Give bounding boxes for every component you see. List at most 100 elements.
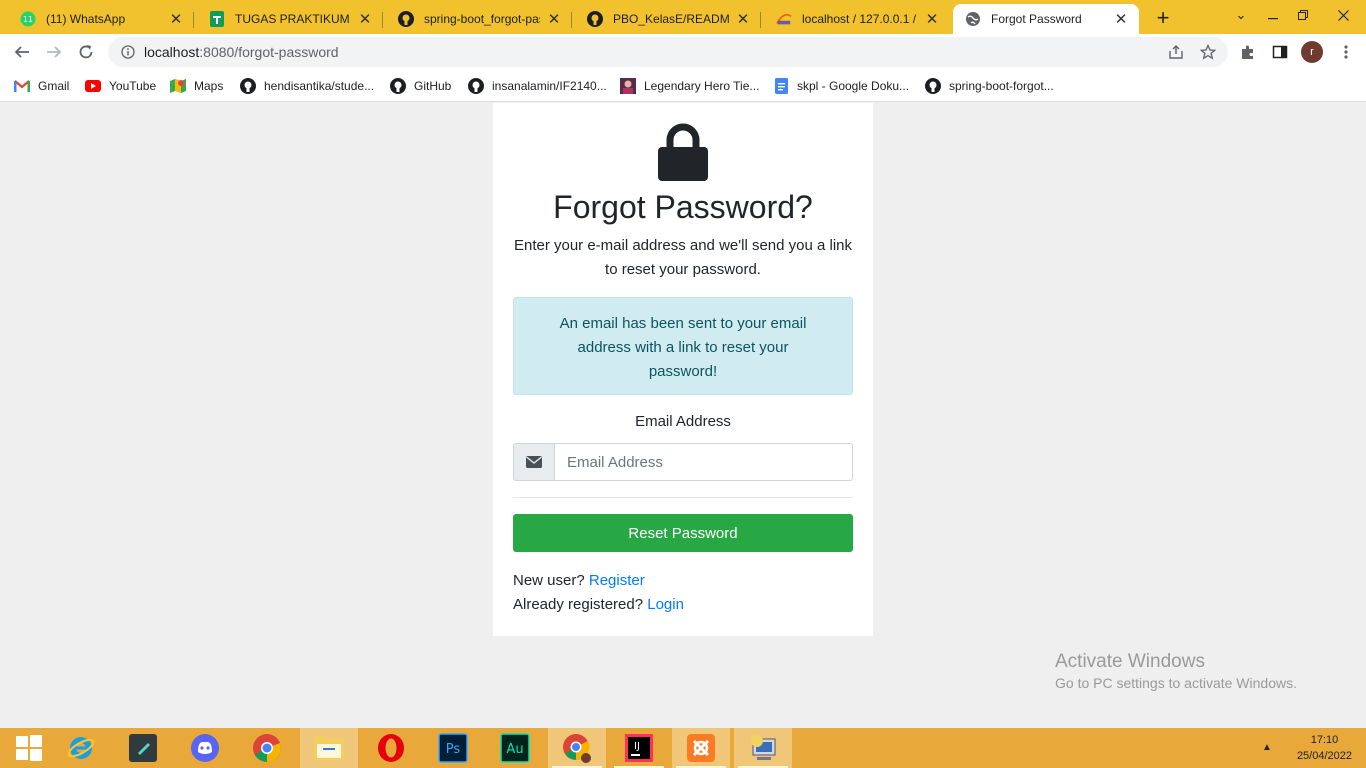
tab-title: spring-boot_forgot-pas xyxy=(424,12,540,26)
tray-expand-icon[interactable]: ▲ xyxy=(1262,742,1272,753)
restore-button[interactable] xyxy=(1288,0,1318,30)
windows-taskbar: Ps Au IJ ▲ 17:10 25/04/2022 xyxy=(0,728,1366,768)
auth-links: New user? Register Already registered? L… xyxy=(513,569,684,617)
info-icon[interactable] xyxy=(120,44,136,60)
github-icon xyxy=(587,11,603,27)
address-bar[interactable]: localhost:8080/forgot-password xyxy=(108,37,1228,67)
tab-whatsapp[interactable]: 11 (11) WhatsApp ✕ xyxy=(8,4,194,34)
github-icon xyxy=(398,11,414,27)
bookmark-youtube[interactable]: YouTube xyxy=(85,76,156,96)
instructions-text: Enter your e-mail address and we'll send… xyxy=(513,237,853,278)
svg-text:11: 11 xyxy=(23,15,33,24)
github-icon xyxy=(468,78,484,94)
tab-title: localhost / 127.0.0.1 / p xyxy=(802,12,918,26)
close-icon[interactable]: ✕ xyxy=(168,11,184,28)
email-input[interactable] xyxy=(554,443,853,481)
filmora-icon[interactable] xyxy=(114,728,172,768)
tab-forgot-password[interactable]: Forgot Password ✕ xyxy=(953,4,1139,34)
browser-toolbar: localhost:8080/forgot-password r xyxy=(0,34,1366,70)
docs-icon xyxy=(773,78,789,94)
new-tab-button[interactable]: + xyxy=(1150,5,1176,30)
forward-button[interactable] xyxy=(40,38,68,66)
tab-title: TUGAS PRAKTIKUM PBO xyxy=(235,12,351,26)
tab-pbo-readme[interactable]: PBO_KelasE/README.m ✕ xyxy=(575,4,761,34)
reload-icon xyxy=(79,45,93,59)
close-window-button[interactable] xyxy=(1320,0,1366,30)
menu-icon[interactable] xyxy=(1334,40,1358,64)
start-button[interactable] xyxy=(0,728,58,768)
windows-logo-icon xyxy=(16,735,42,761)
xampp-icon[interactable] xyxy=(672,728,730,768)
page-viewport: Forgot Password? Enter your e-mail addre… xyxy=(0,103,1366,728)
chrome-icon[interactable] xyxy=(238,728,296,768)
tab-title: PBO_KelasE/README.m xyxy=(613,12,729,26)
gmail-icon xyxy=(14,78,30,94)
maps-icon xyxy=(170,78,186,94)
arrow-right-icon xyxy=(47,46,62,58)
bookmark-gmail[interactable]: Gmail xyxy=(14,76,69,96)
file-explorer-icon[interactable] xyxy=(300,728,358,768)
github-icon xyxy=(925,78,941,94)
bookmark-spring-boot-forgot[interactable]: spring-boot-forgot... xyxy=(925,76,1054,96)
lock-icon xyxy=(658,123,708,181)
github-icon xyxy=(240,78,256,94)
extensions-icon[interactable] xyxy=(1236,40,1260,64)
github-icon xyxy=(390,78,406,94)
close-icon[interactable]: ✕ xyxy=(546,11,562,28)
close-icon[interactable]: ✕ xyxy=(1113,11,1129,28)
globe-icon xyxy=(965,11,981,27)
profile-avatar[interactable]: r xyxy=(1301,41,1323,63)
watermark-title: Activate Windows xyxy=(1055,651,1205,672)
tab-spring-boot[interactable]: spring-boot_forgot-pas ✕ xyxy=(386,4,572,34)
clock-date: 25/04/2022 xyxy=(1296,750,1352,762)
network-app-icon[interactable] xyxy=(734,728,792,768)
email-input-group xyxy=(513,443,853,481)
envelope-icon xyxy=(513,443,554,481)
chrome-active-icon[interactable] xyxy=(548,728,606,768)
opera-icon[interactable] xyxy=(362,728,420,768)
tab-phpmyadmin[interactable]: localhost / 127.0.0.1 / p ✕ xyxy=(764,4,950,34)
youtube-icon xyxy=(85,78,101,94)
success-alert: An email has been sent to your email add… xyxy=(513,297,853,395)
url-text: localhost:8080/forgot-password xyxy=(144,44,339,60)
system-clock[interactable]: 17:10 25/04/2022 xyxy=(1297,732,1352,764)
clock-time: 17:10 xyxy=(1310,734,1339,746)
sheets-icon xyxy=(209,11,225,27)
whatsapp-icon: 11 xyxy=(20,11,36,27)
minimize-button[interactable] xyxy=(1258,0,1288,30)
discord-icon[interactable] xyxy=(176,728,234,768)
email-label: Email Address xyxy=(635,413,731,430)
bookmark-github[interactable]: GitHub xyxy=(390,76,451,96)
arrow-left-icon xyxy=(14,46,29,58)
star-icon[interactable] xyxy=(1196,40,1220,64)
bookmark-maps[interactable]: Maps xyxy=(170,76,223,96)
divider xyxy=(513,497,853,498)
share-icon[interactable] xyxy=(1164,40,1188,64)
forgot-password-card: Forgot Password? Enter your e-mail addre… xyxy=(493,103,873,636)
side-panel-icon[interactable] xyxy=(1268,40,1292,64)
page-title: Forgot Password? xyxy=(553,189,813,225)
close-icon[interactable]: ✕ xyxy=(357,11,373,28)
register-link[interactable]: Register xyxy=(589,572,645,589)
close-icon[interactable]: ✕ xyxy=(735,11,751,28)
intellij-icon[interactable]: IJ xyxy=(610,728,668,768)
login-link[interactable]: Login xyxy=(647,596,684,613)
tab-title: (11) WhatsApp xyxy=(46,12,126,26)
internet-explorer-icon[interactable] xyxy=(52,728,110,768)
svg-text:IJ: IJ xyxy=(634,741,640,752)
tab-tugas-praktikum[interactable]: TUGAS PRAKTIKUM PBO ✕ xyxy=(197,4,383,34)
photoshop-icon[interactable]: Ps xyxy=(424,728,482,768)
bookmark-hendisantika[interactable]: hendisantika/stude... xyxy=(240,76,374,96)
watermark-subtitle: Go to PC settings to activate Windows. xyxy=(1055,675,1297,691)
svg-text:Au: Au xyxy=(506,742,523,757)
bookmark-legendary-hero[interactable]: Legendary Hero Tie... xyxy=(620,76,759,96)
close-icon[interactable]: ✕ xyxy=(924,11,940,28)
back-button[interactable] xyxy=(8,38,36,66)
audition-icon[interactable]: Au xyxy=(486,728,544,768)
svg-text:Ps: Ps xyxy=(446,742,461,757)
bookmark-insanalamin[interactable]: insanalamin/IF2140... xyxy=(468,76,607,96)
login-line: Already registered? Login xyxy=(513,596,684,613)
reload-button[interactable] xyxy=(72,38,100,66)
bookmark-skpl[interactable]: skpl - Google Doku... xyxy=(773,76,909,96)
reset-password-button[interactable]: Reset Password xyxy=(513,514,853,552)
